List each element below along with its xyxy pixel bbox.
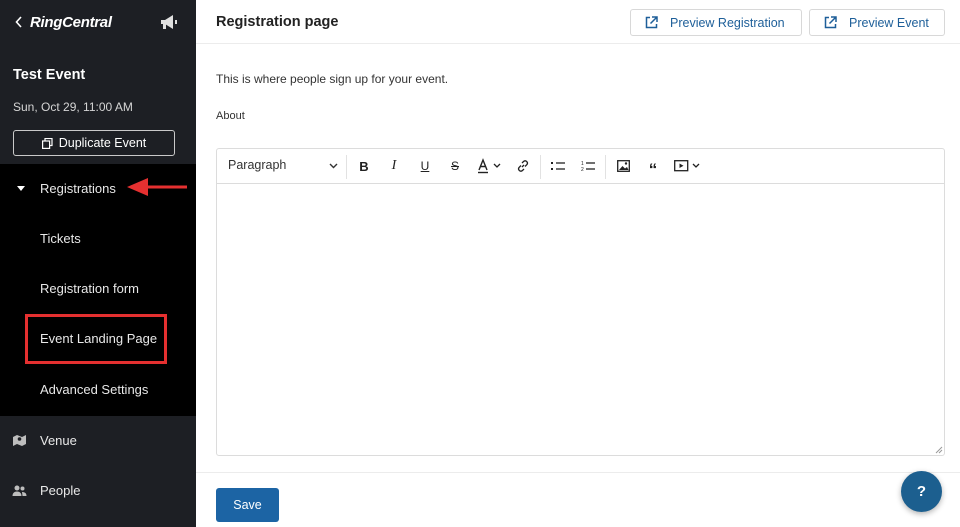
block-format-value: Paragraph bbox=[228, 158, 287, 172]
block-format-dropdown[interactable]: Paragraph bbox=[228, 158, 338, 172]
sidebar-item-label: People bbox=[40, 482, 81, 498]
preview-event-button[interactable]: Preview Event bbox=[809, 9, 945, 36]
main-content: Registration page Preview Registration P… bbox=[196, 0, 960, 527]
svg-text:2: 2 bbox=[581, 167, 584, 172]
people-icon bbox=[12, 483, 27, 498]
preview-registration-label: Preview Registration bbox=[670, 15, 785, 30]
sidebar-item-people[interactable]: People bbox=[0, 475, 196, 505]
footer-bar: Save bbox=[196, 472, 960, 527]
brand-logo[interactable]: RingCentral bbox=[30, 14, 158, 31]
bulleted-list-icon[interactable] bbox=[550, 158, 566, 174]
event-title: Test Event bbox=[13, 67, 86, 83]
preview-event-label: Preview Event bbox=[849, 15, 929, 30]
numbered-list-icon[interactable]: 12 bbox=[580, 158, 596, 174]
strikethrough-icon[interactable]: S bbox=[447, 158, 463, 174]
image-icon[interactable] bbox=[615, 158, 631, 174]
red-arrow-icon bbox=[127, 178, 187, 196]
external-link-icon bbox=[645, 16, 658, 29]
event-date: Sun, Oct 29, 11:00 AM bbox=[13, 100, 133, 114]
toolbar-divider bbox=[605, 155, 606, 179]
sidebar-item-venue[interactable]: Venue bbox=[0, 425, 196, 455]
sidebar-item-registration-form[interactable]: Registration form bbox=[0, 276, 196, 300]
link-icon[interactable] bbox=[515, 158, 531, 174]
italic-icon[interactable]: I bbox=[386, 158, 402, 174]
sidebar-item-label: Advanced Settings bbox=[40, 381, 149, 397]
duplicate-event-button[interactable]: Duplicate Event bbox=[13, 130, 175, 156]
sidebar-top: RingCentral bbox=[0, 0, 196, 44]
venue-icon bbox=[12, 433, 27, 448]
copy-icon bbox=[41, 137, 53, 149]
toolbar-divider bbox=[346, 155, 347, 179]
highlight-box bbox=[25, 314, 167, 364]
chevron-down-icon bbox=[329, 158, 338, 172]
preview-registration-button[interactable]: Preview Registration bbox=[630, 9, 802, 36]
underline-icon[interactable]: U bbox=[417, 158, 433, 174]
save-button[interactable]: Save bbox=[216, 488, 279, 522]
back-chevron-icon[interactable] bbox=[12, 15, 26, 29]
sidebar-item-label: Registrations bbox=[40, 180, 116, 196]
resize-handle-icon[interactable] bbox=[935, 446, 943, 454]
sidebar-item-advanced-settings[interactable]: Advanced Settings bbox=[0, 377, 196, 401]
rich-text-editor[interactable]: Paragraph B I U S 1 2 “ bbox=[216, 148, 945, 456]
sidebar-item-label: Registration form bbox=[40, 280, 139, 296]
duplicate-event-label: Duplicate Event bbox=[58, 136, 147, 150]
sidebar-item-tickets[interactable]: Tickets bbox=[0, 226, 196, 250]
external-link-icon bbox=[824, 16, 837, 29]
megaphone-icon[interactable] bbox=[158, 11, 180, 33]
toolbar-divider bbox=[540, 155, 541, 179]
sidebar-item-label: Tickets bbox=[40, 230, 81, 246]
caret-down-icon bbox=[17, 185, 25, 191]
bold-icon[interactable]: B bbox=[356, 158, 372, 174]
sidebar: RingCentral Test Event Sun, Oct 29, 11:0… bbox=[0, 0, 196, 527]
page-description: This is where people sign up for your ev… bbox=[216, 72, 449, 86]
sidebar-item-label: Venue bbox=[40, 432, 77, 448]
about-label: About bbox=[216, 110, 245, 122]
editor-body[interactable] bbox=[217, 184, 944, 455]
quote-icon[interactable]: “ bbox=[645, 158, 661, 178]
help-button[interactable]: ? bbox=[901, 471, 942, 512]
editor-toolbar: Paragraph B I U S 1 2 “ bbox=[217, 149, 944, 184]
media-embed-icon[interactable] bbox=[674, 158, 702, 174]
text-color-icon[interactable] bbox=[477, 158, 503, 174]
registrations-subnav: Registrations Tickets Registration form … bbox=[0, 164, 196, 416]
